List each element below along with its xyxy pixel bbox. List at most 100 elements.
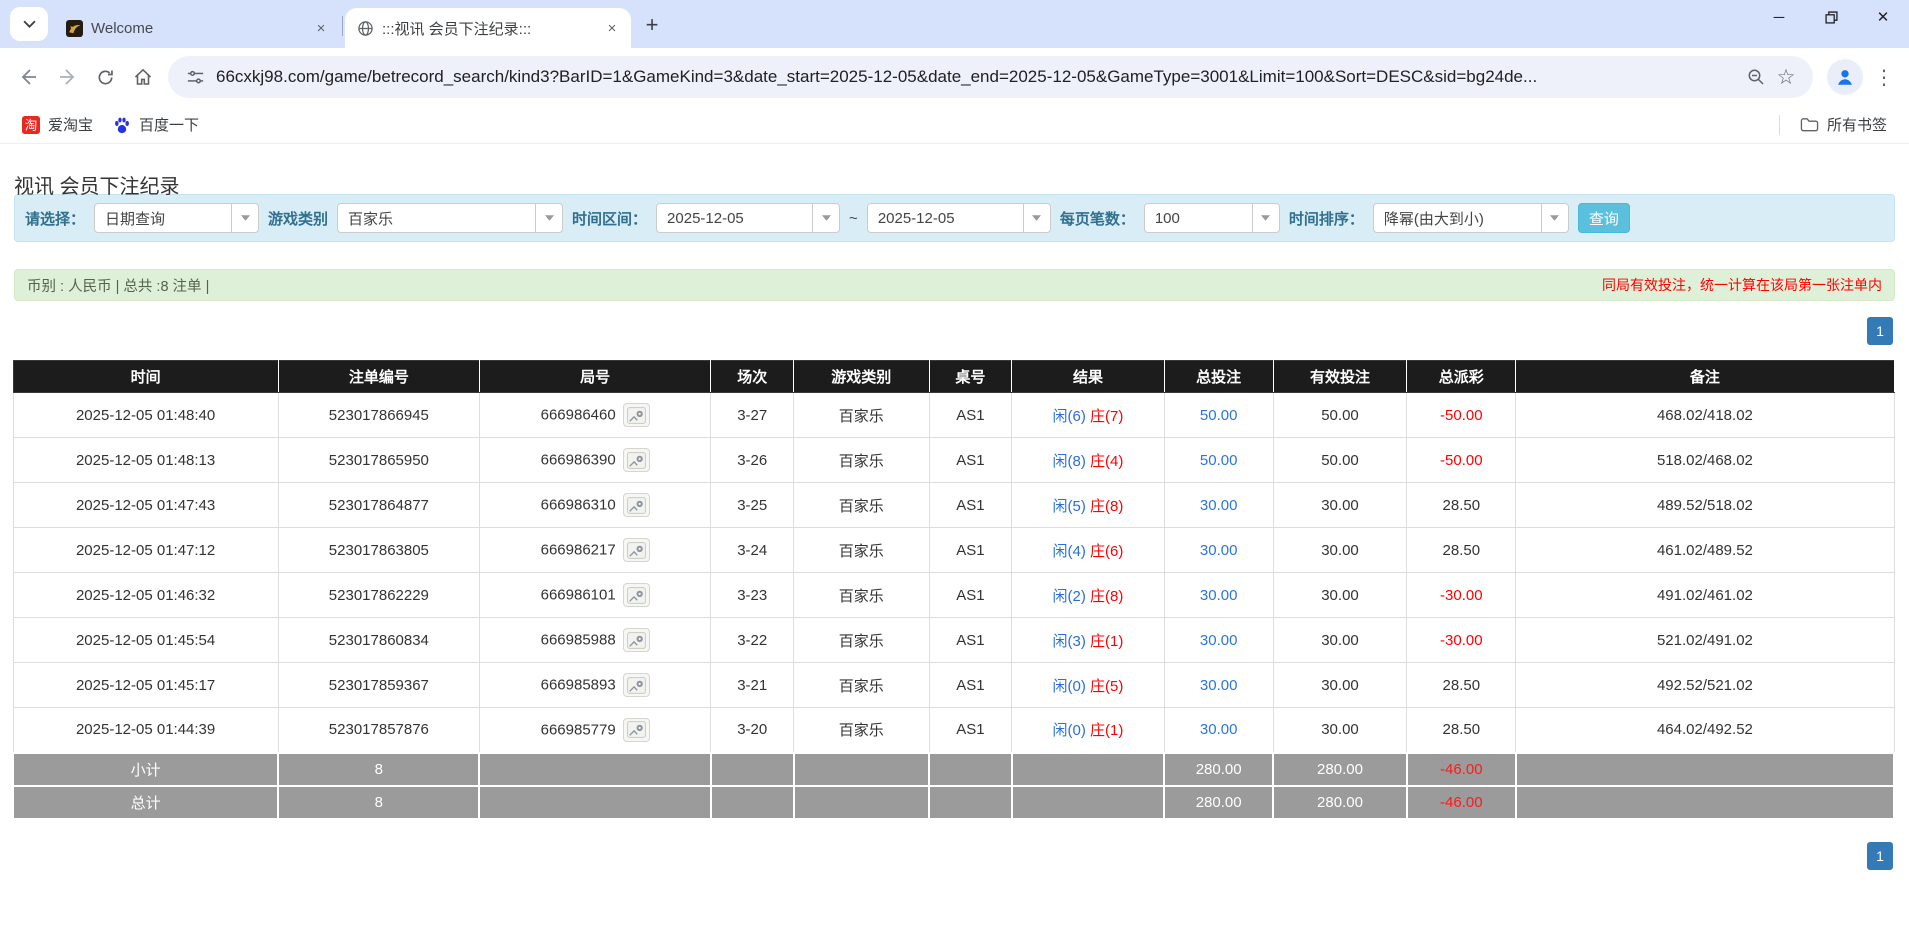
cell-result: 闲(6) 庄(7) xyxy=(1012,393,1164,438)
bookmarks-bar: 淘 爱淘宝 百度一下 所有书签 xyxy=(0,106,1909,144)
video-replay-button[interactable] xyxy=(623,538,650,562)
tab-bet-records[interactable]: :::视讯 会员下注纪录::: × xyxy=(345,8,631,48)
cell-time: 2025-12-05 01:45:17 xyxy=(13,663,278,708)
cell-remark: 489.52/518.02 xyxy=(1516,483,1894,528)
cell-time: 2025-12-05 01:45:54 xyxy=(13,618,278,663)
page-content: 视讯 会员下注纪录 请选择： 日期查询 游戏类别 百家乐 时间区间： 2025-… xyxy=(0,144,1909,870)
sort-select[interactable]: 降幂(由大到小) xyxy=(1373,203,1569,233)
video-replay-button[interactable] xyxy=(623,628,650,652)
date-end-select[interactable]: 2025-12-05 xyxy=(867,203,1051,233)
date-end-value: 2025-12-05 xyxy=(868,204,1023,232)
browser-toolbar: 66cxkj98.com/game/betrecord_search/kind3… xyxy=(0,48,1909,106)
forward-button[interactable] xyxy=(48,58,86,96)
cell-session: 3-21 xyxy=(711,663,794,708)
per-page-value: 100 xyxy=(1145,204,1252,232)
total-row: 总计8280.00280.00-46.00 xyxy=(13,786,1894,819)
cell-session: 3-20 xyxy=(711,708,794,753)
summary-label: 总计 xyxy=(13,786,278,819)
summary-valid-bet: 280.00 xyxy=(1273,786,1407,819)
video-replay-button[interactable] xyxy=(623,448,650,472)
cell-payout: 28.50 xyxy=(1407,663,1516,708)
bet-records-table: 时间注单编号局号场次游戏类别桌号结果总投注有效投注总派彩备注 2025-12-0… xyxy=(12,360,1895,820)
column-header: 游戏类别 xyxy=(794,361,929,393)
new-tab-button[interactable]: + xyxy=(637,10,667,40)
chevron-down-icon xyxy=(1023,204,1050,232)
cell-total-bet-link[interactable]: 30.00 xyxy=(1164,618,1273,663)
summary-payout: -46.00 xyxy=(1407,786,1516,819)
date-range-label: 时间区间： xyxy=(572,208,647,229)
column-header: 总投注 xyxy=(1164,361,1273,393)
date-start-select[interactable]: 2025-12-05 xyxy=(656,203,840,233)
reload-button[interactable] xyxy=(86,58,124,96)
cell-time: 2025-12-05 01:46:32 xyxy=(13,573,278,618)
cell-result: 闲(8) 庄(4) xyxy=(1012,438,1164,483)
bookmark-star-icon[interactable]: ☆ xyxy=(1771,62,1801,92)
zoom-icon[interactable] xyxy=(1741,62,1771,92)
query-mode-select[interactable]: 日期查询 xyxy=(94,203,259,233)
home-icon xyxy=(133,67,153,87)
bookmark-label: 百度一下 xyxy=(139,114,199,135)
cell-session: 3-23 xyxy=(711,573,794,618)
browser-menu-icon[interactable]: ⋮ xyxy=(1869,65,1899,90)
video-replay-button[interactable] xyxy=(623,673,650,697)
tab-title: :::视讯 会员下注纪录::: xyxy=(382,18,595,39)
cell-total-bet-link[interactable]: 50.00 xyxy=(1164,393,1273,438)
cell-payout: -50.00 xyxy=(1407,438,1516,483)
minimize-button[interactable]: ─ xyxy=(1753,0,1805,34)
home-button[interactable] xyxy=(124,58,162,96)
column-header: 结果 xyxy=(1012,361,1164,393)
cell-bet-id: 523017866945 xyxy=(278,393,479,438)
column-header: 有效投注 xyxy=(1273,361,1407,393)
video-replay-button[interactable] xyxy=(623,718,650,742)
chevron-down-icon xyxy=(812,204,839,232)
restore-icon xyxy=(1825,11,1838,24)
summary-notice: 同局有效投注，统一计算在该局第一张注单内 xyxy=(1602,275,1882,295)
cell-total-bet-link[interactable]: 30.00 xyxy=(1164,663,1273,708)
cell-remark: 464.02/492.52 xyxy=(1516,708,1894,753)
summary-total-bet: 280.00 xyxy=(1164,786,1273,819)
profile-avatar[interactable] xyxy=(1827,59,1863,95)
forward-arrow-icon xyxy=(57,67,77,87)
page-1-button[interactable]: 1 xyxy=(1867,317,1893,345)
cell-total-bet-link[interactable]: 30.00 xyxy=(1164,528,1273,573)
url-bar[interactable]: 66cxkj98.com/game/betrecord_search/kind3… xyxy=(168,56,1813,98)
video-replay-button[interactable] xyxy=(623,403,650,427)
search-button[interactable]: 查询 xyxy=(1578,203,1630,233)
game-type-select[interactable]: 百家乐 xyxy=(337,203,563,233)
cell-total-bet-link[interactable]: 30.00 xyxy=(1164,708,1273,753)
tab-welcome[interactable]: Welcome × xyxy=(54,8,340,48)
cell-total-bet-link[interactable]: 30.00 xyxy=(1164,483,1273,528)
per-page-select[interactable]: 100 xyxy=(1144,203,1280,233)
video-replay-button[interactable] xyxy=(623,493,650,517)
bookmark-baidu[interactable]: 百度一下 xyxy=(103,111,209,139)
folder-icon xyxy=(1800,117,1819,133)
cell-total-bet-link[interactable]: 50.00 xyxy=(1164,438,1273,483)
back-button[interactable] xyxy=(10,58,48,96)
column-header: 时间 xyxy=(13,361,278,393)
summary-count: 8 xyxy=(278,786,479,819)
close-window-button[interactable]: ✕ xyxy=(1857,0,1909,34)
cell-round-id: 666985779 xyxy=(479,708,710,753)
cell-valid-bet: 50.00 xyxy=(1273,393,1407,438)
tab-close-icon[interactable]: × xyxy=(312,19,330,37)
game-type-label: 游戏类别 xyxy=(268,208,328,229)
all-bookmarks-button[interactable]: 所有书签 xyxy=(1790,111,1897,139)
cell-time: 2025-12-05 01:47:12 xyxy=(13,528,278,573)
video-replay-button[interactable] xyxy=(623,583,650,607)
bookmark-taobao[interactable]: 淘 爱淘宝 xyxy=(12,111,103,139)
site-settings-icon[interactable] xyxy=(180,62,210,92)
cell-bet-id: 523017864877 xyxy=(278,483,479,528)
currency-summary: 币别 : 人民币 | 总共 :8 注单 | xyxy=(27,275,209,296)
url-text[interactable]: 66cxkj98.com/game/betrecord_search/kind3… xyxy=(216,67,1741,87)
table-row: 2025-12-05 01:47:43523017864877666986310… xyxy=(13,483,1894,528)
restore-button[interactable] xyxy=(1805,0,1857,34)
chevron-down-icon xyxy=(1252,204,1279,232)
cell-session: 3-27 xyxy=(711,393,794,438)
cell-total-bet-link[interactable]: 30.00 xyxy=(1164,573,1273,618)
tab-search-button[interactable] xyxy=(10,7,48,41)
cell-payout: 28.50 xyxy=(1407,528,1516,573)
cell-game-type: 百家乐 xyxy=(794,528,929,573)
tab-close-icon[interactable]: × xyxy=(603,19,621,37)
page-1-button[interactable]: 1 xyxy=(1867,842,1893,870)
table-row: 2025-12-05 01:47:12523017863805666986217… xyxy=(13,528,1894,573)
